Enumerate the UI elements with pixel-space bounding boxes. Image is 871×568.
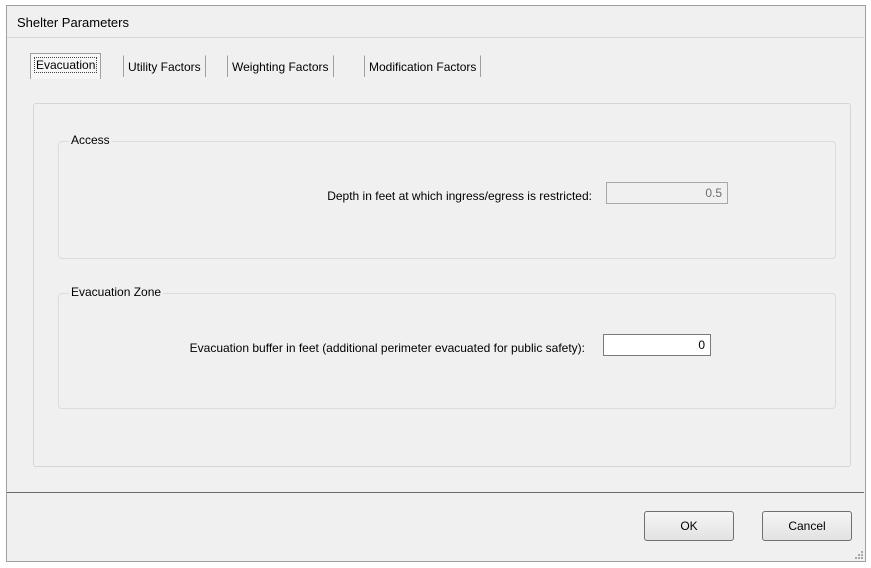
buffer-field[interactable]: 0 [603,334,711,356]
access-group-title: Access [69,133,112,147]
tab-utility-factors-label: Utility Factors [128,60,201,74]
window-title: Shelter Parameters [17,15,129,30]
tab-weighting-factors-label: Weighting Factors [232,60,329,74]
evacuation-zone-group: Evacuation Zone Evacuation buffer in fee… [58,285,836,409]
tab-evacuation-label: Evacuation [33,57,98,73]
tab-modification-factors[interactable]: Modification Factors [364,55,482,77]
access-group: Access Depth in feet at which ingress/eg… [58,133,836,259]
cancel-button[interactable]: Cancel [762,511,852,541]
ok-button[interactable]: OK [644,511,734,541]
tab-modification-factors-label: Modification Factors [369,60,477,74]
evacuation-tab-panel: Access Depth in feet at which ingress/eg… [33,103,851,467]
tab-weighting-factors[interactable]: Weighting Factors [227,55,334,77]
depth-label: Depth in feet at which ingress/egress is… [327,189,592,203]
evacuation-zone-group-title: Evacuation Zone [69,285,164,299]
depth-field[interactable]: 0.5 [606,182,728,204]
tab-utility-factors[interactable]: Utility Factors [123,55,206,77]
title-bar[interactable]: Shelter Parameters [7,6,865,36]
resize-grip-icon[interactable] [853,549,863,559]
tab-evacuation[interactable]: Evacuation [30,53,102,79]
buffer-label: Evacuation buffer in feet (additional pe… [189,341,585,355]
